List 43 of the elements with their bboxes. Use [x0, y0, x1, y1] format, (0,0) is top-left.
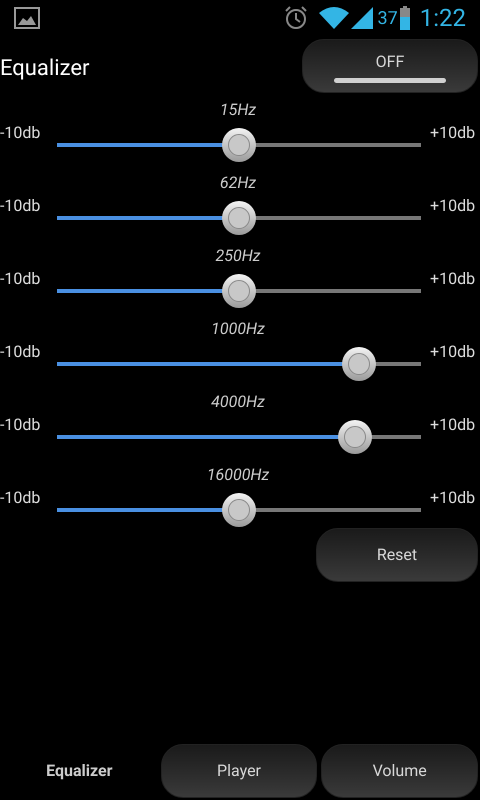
frequency-label: 4000Hz — [211, 391, 265, 413]
min-gain-label: -10db — [0, 268, 42, 290]
max-gain-label: +10db — [430, 414, 476, 436]
min-gain-label: -10db — [0, 414, 42, 436]
slider-thumb[interactable] — [222, 493, 256, 527]
frequency-label: 15Hz — [220, 99, 256, 121]
signal-icon — [351, 7, 374, 29]
reset-button[interactable]: Reset — [316, 528, 478, 582]
alarm-clock-icon — [283, 5, 310, 31]
screen-title: Equalizer — [0, 54, 90, 82]
slider-thumb[interactable] — [222, 274, 256, 308]
clock-time: 1:22 — [420, 3, 466, 34]
frequency-label: 1000Hz — [211, 318, 265, 340]
tab[interactable]: Volume — [321, 744, 478, 798]
battery-icon — [400, 6, 410, 30]
slider-thumb[interactable] — [342, 347, 376, 381]
min-gain-label: -10db — [0, 341, 42, 363]
min-gain-label: -10db — [0, 195, 42, 217]
slider[interactable] — [57, 420, 421, 454]
slider[interactable] — [57, 274, 421, 308]
max-gain-label: +10db — [430, 268, 476, 290]
frequency-label: 16000Hz — [206, 464, 270, 486]
wifi-icon — [319, 7, 350, 29]
slider-thumb[interactable] — [338, 420, 372, 454]
frequency-label: 62Hz — [220, 172, 256, 194]
tab[interactable]: Equalizer — [2, 744, 157, 798]
slider-thumb[interactable] — [222, 201, 256, 235]
slider[interactable] — [57, 128, 421, 162]
min-gain-label: -10db — [0, 122, 42, 144]
frequency-label: 250Hz — [216, 245, 260, 267]
min-gain-label: -10db — [0, 487, 42, 509]
battery-percentage: 37 — [377, 6, 398, 30]
slider[interactable] — [57, 493, 421, 527]
max-gain-label: +10db — [430, 195, 476, 217]
equalizer-toggle[interactable]: OFF — [302, 39, 478, 93]
slider-thumb[interactable] — [222, 128, 256, 162]
slider[interactable] — [57, 201, 421, 235]
max-gain-label: +10db — [430, 487, 476, 509]
max-gain-label: +10db — [430, 341, 476, 363]
slider[interactable] — [57, 347, 421, 381]
image-icon — [14, 7, 40, 29]
max-gain-label: +10db — [430, 122, 476, 144]
tab[interactable]: Player — [160, 744, 318, 798]
